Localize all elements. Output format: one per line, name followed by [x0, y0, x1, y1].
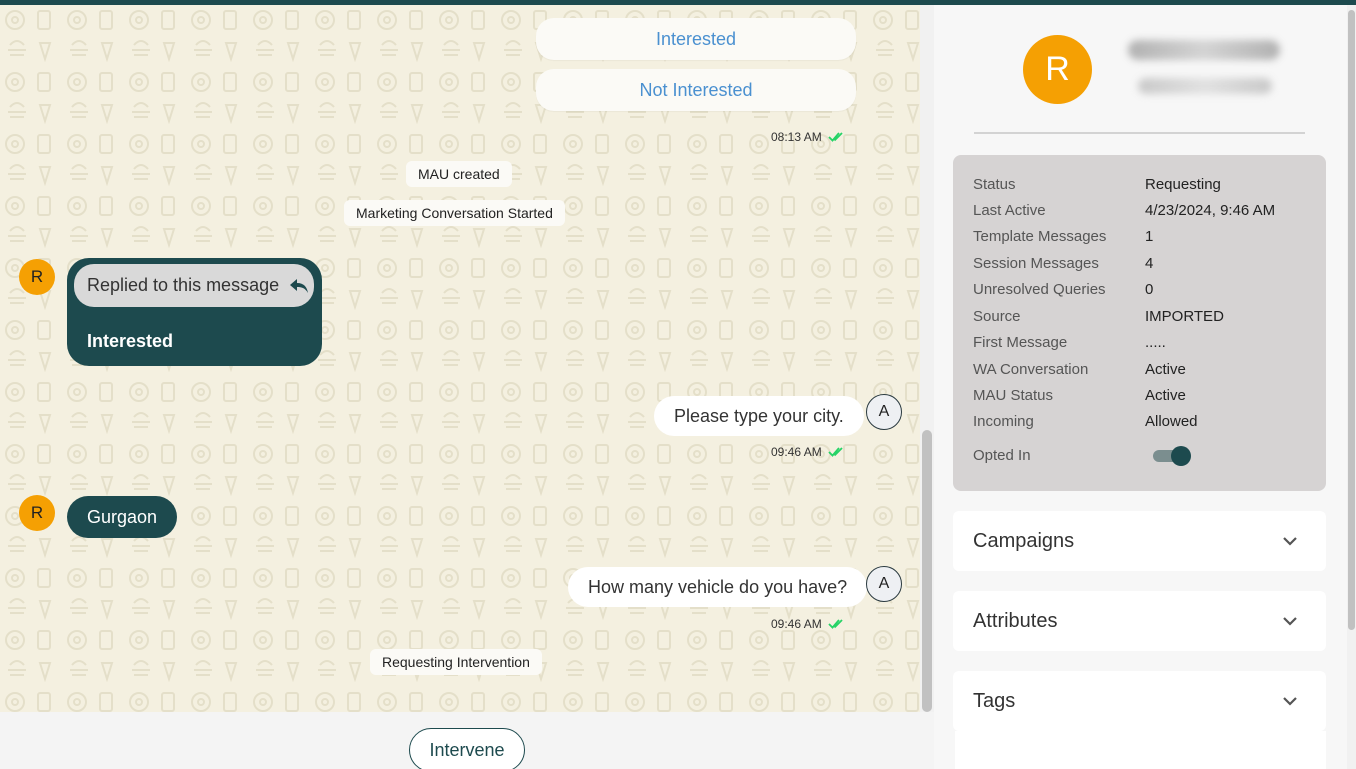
info-label: Template Messages	[973, 228, 1107, 245]
chevron-down-icon	[1283, 697, 1297, 706]
timestamp-text: 09:46 AM	[771, 445, 822, 459]
chat-scrollbar-thumb[interactable]	[922, 430, 932, 712]
incoming-message-text: Interested	[87, 331, 174, 351]
double-check-icon	[828, 619, 843, 629]
contact-avatar: R	[19, 259, 55, 295]
contact-name-redacted	[1128, 40, 1280, 60]
reply-arrow-icon	[290, 278, 309, 293]
opted-in-label: Opted In	[973, 447, 1031, 464]
message-timestamp: 09:46 AM	[771, 617, 846, 631]
opted-in-toggle-knob[interactable]	[1171, 446, 1191, 466]
info-label: WA Conversation	[973, 361, 1089, 378]
accordion-campaigns[interactable]: Campaigns	[953, 511, 1326, 571]
info-label: Unresolved Queries	[973, 281, 1106, 298]
chat-area[interactable]: Interested Not Interested 08:13 AM MAU c…	[0, 5, 920, 712]
quick-reply-not-interested[interactable]: Not Interested	[536, 69, 856, 111]
info-label: Source	[973, 308, 1021, 325]
chevron-down-icon	[1283, 617, 1297, 626]
panel-divider	[974, 132, 1305, 134]
contact-phone-redacted	[1138, 78, 1272, 94]
message-timestamp: 08:13 AM	[771, 130, 846, 144]
outgoing-message: How many vehicle do you have?	[568, 567, 868, 607]
info-label: Session Messages	[973, 255, 1099, 272]
info-value: 4	[1145, 255, 1154, 272]
contact-avatar-large: R	[1023, 35, 1092, 104]
accordion-attributes[interactable]: Attributes	[953, 591, 1326, 651]
info-label: Status	[973, 176, 1016, 193]
info-label: First Message	[973, 334, 1068, 351]
agent-avatar: A	[866, 566, 902, 602]
info-value: Requesting	[1145, 176, 1221, 193]
system-message: MAU created	[406, 161, 512, 187]
intervene-button[interactable]: Intervene	[409, 728, 525, 769]
info-value: Active	[1145, 361, 1186, 378]
overlay-patch	[1015, 690, 1273, 750]
accordion-label: Campaigns	[973, 529, 1075, 552]
info-label: Last Active	[973, 202, 1046, 219]
double-check-icon	[828, 447, 843, 457]
incoming-message: Gurgaon	[67, 496, 178, 538]
chevron-down-icon	[1283, 537, 1297, 546]
info-value: 1	[1145, 228, 1154, 245]
contact-avatar: R	[19, 495, 55, 531]
panel-scrollbar-thumb[interactable]	[1348, 10, 1355, 630]
replied-message-box[interactable]: Replied to this message	[74, 264, 314, 307]
outgoing-message: Please type your city.	[654, 396, 864, 436]
info-value: Active	[1145, 387, 1186, 404]
timestamp-text: 08:13 AM	[771, 130, 822, 144]
message-timestamp: 09:46 AM	[771, 445, 846, 459]
accordion-label: Attributes	[973, 609, 1058, 632]
info-value: Allowed	[1145, 413, 1198, 430]
accordion-label: Tags	[973, 689, 1016, 712]
info-value: 4/23/2024, 9:46 AM	[1145, 202, 1276, 219]
quick-reply-interested[interactable]: Interested	[536, 18, 856, 60]
info-value: 0	[1145, 281, 1154, 298]
system-message: Marketing Conversation Started	[344, 200, 565, 226]
system-message: Requesting Intervention	[370, 649, 542, 675]
double-check-icon	[828, 132, 843, 142]
info-label: MAU Status	[973, 387, 1054, 404]
info-label: Incoming	[973, 413, 1034, 430]
info-value: .....	[1145, 334, 1166, 351]
info-value: IMPORTED	[1145, 308, 1224, 325]
agent-avatar: A	[866, 394, 902, 430]
replied-label: Replied to this message	[87, 275, 280, 295]
timestamp-text: 09:46 AM	[771, 617, 822, 631]
